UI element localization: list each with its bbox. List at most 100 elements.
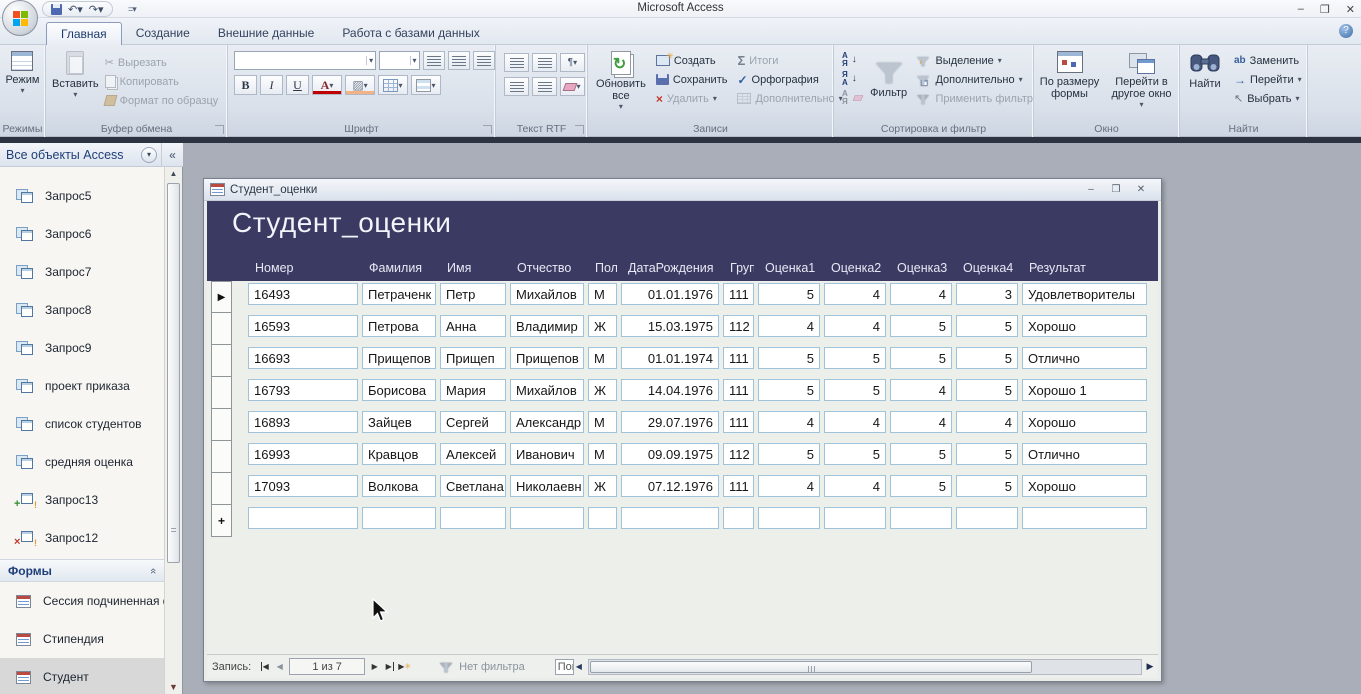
cell-input[interactable]: 4 xyxy=(824,283,886,305)
cell-input[interactable] xyxy=(956,507,1018,529)
form-minimize-button[interactable]: – xyxy=(1081,184,1101,195)
view-button[interactable]: Режим ▾ xyxy=(6,47,40,117)
cell-input[interactable]: 14.04.1976 xyxy=(621,379,719,401)
refresh-all-button[interactable]: Обновить все ▾ xyxy=(596,47,646,117)
cell-input[interactable]: 4 xyxy=(758,475,820,497)
save-record-button[interactable]: Сохранить xyxy=(654,70,728,89)
cell-input[interactable]: 5 xyxy=(956,315,1018,337)
column-header[interactable]: Оценка1 xyxy=(758,261,820,275)
cell-input[interactable]: 4 xyxy=(824,411,886,433)
align-right-button[interactable] xyxy=(473,51,495,70)
replace-button[interactable]: abЗаменить xyxy=(1232,51,1302,70)
cell-input[interactable]: Хорошо 1 xyxy=(1022,379,1147,401)
advanced-filter-button[interactable]: Дополнительно▾ xyxy=(913,70,1033,89)
last-record-button[interactable]: ▶ xyxy=(382,662,397,671)
new-record-button[interactable]: Создать xyxy=(654,51,728,70)
cell-input[interactable]: Отлично xyxy=(1022,347,1147,369)
cell-input[interactable]: 5 xyxy=(824,347,886,369)
cell-input[interactable] xyxy=(588,507,617,529)
restore-button[interactable]: ❐ xyxy=(1320,3,1330,16)
cell-input[interactable]: 07.12.1976 xyxy=(621,475,719,497)
form-titlebar[interactable]: Студент_оценки – ❒ ✕ xyxy=(204,179,1161,201)
cell-input[interactable]: М xyxy=(588,283,617,305)
cell-input[interactable]: 5 xyxy=(758,379,820,401)
filter-indicator[interactable]: Нет фильтра xyxy=(438,661,525,673)
cell-input[interactable]: 15.03.1975 xyxy=(621,315,719,337)
cell-input[interactable]: Анна xyxy=(440,315,506,337)
column-header[interactable]: Оценка4 xyxy=(956,261,1018,275)
search-input[interactable]: Поиск xyxy=(555,659,574,675)
cell-input[interactable]: Удовлетворителы xyxy=(1022,283,1147,305)
cell-input[interactable]: 5 xyxy=(956,443,1018,465)
current-record-selector[interactable]: ▶ xyxy=(211,281,232,313)
align-center-button[interactable] xyxy=(448,51,470,70)
decrease-indent-button[interactable] xyxy=(504,53,529,72)
next-record-button[interactable]: ▶ xyxy=(367,662,382,671)
cell-input[interactable]: Сергей xyxy=(440,411,506,433)
cell-input[interactable]: 16493 xyxy=(248,283,358,305)
cell-input[interactable]: Прищепов xyxy=(510,347,584,369)
tab-vneshnie-dannye[interactable]: Внешние данные xyxy=(204,22,329,45)
column-header[interactable]: Результат xyxy=(1022,261,1147,275)
tab-glavnaya[interactable]: Главная xyxy=(46,22,122,45)
underline-button[interactable]: U xyxy=(286,75,309,95)
cell-input[interactable]: 5 xyxy=(956,347,1018,369)
align-left-button[interactable] xyxy=(423,51,445,70)
find-button[interactable]: Найти xyxy=(1184,47,1226,117)
font-name-combobox[interactable]: ▾ xyxy=(234,51,376,70)
cell-input[interactable]: 01.01.1976 xyxy=(621,283,719,305)
sort-descending-button[interactable]: ЯА↓ xyxy=(840,69,864,88)
form-restore-button[interactable]: ❒ xyxy=(1106,184,1126,195)
record-selector[interactable] xyxy=(211,473,232,505)
cell-input[interactable]: М xyxy=(588,347,617,369)
column-header[interactable]: Оценка2 xyxy=(824,261,886,275)
cell-input[interactable]: 5 xyxy=(758,347,820,369)
eraser-button[interactable]: ▾ xyxy=(560,77,585,96)
record-selector[interactable] xyxy=(211,313,232,345)
navpane-item[interactable]: Запрос9 xyxy=(0,329,164,367)
cell-input[interactable]: 4 xyxy=(824,315,886,337)
selection-filter-button[interactable]: ϟВыделение▾ xyxy=(913,51,1033,70)
column-header[interactable]: Пол xyxy=(588,261,617,275)
record-selector[interactable] xyxy=(211,377,232,409)
cell-input[interactable]: 4 xyxy=(758,315,820,337)
cell-input[interactable] xyxy=(723,507,754,529)
navpane-item[interactable]: Студент xyxy=(0,658,164,694)
scroll-up-icon[interactable]: ▲ xyxy=(165,169,182,178)
sort-ascending-button[interactable]: АЯ↓ xyxy=(840,50,864,69)
column-header[interactable]: Группа xyxy=(723,261,754,275)
cell-input[interactable]: 5 xyxy=(890,347,952,369)
cell-input[interactable]: Алексей xyxy=(440,443,506,465)
column-header[interactable]: Оценка3 xyxy=(890,261,952,275)
column-header[interactable]: Отчество xyxy=(510,261,584,275)
cell-input[interactable] xyxy=(510,507,584,529)
cell-input[interactable]: 5 xyxy=(956,475,1018,497)
hscroll-track[interactable] xyxy=(588,659,1142,675)
cell-input[interactable]: 4 xyxy=(824,475,886,497)
record-selector[interactable] xyxy=(211,409,232,441)
new-blank-record-button[interactable]: ▶✳ xyxy=(397,662,412,671)
bold-button[interactable]: B xyxy=(234,75,257,95)
cell-input[interactable] xyxy=(440,507,506,529)
alternate-fill-button[interactable]: ▾ xyxy=(411,75,441,95)
format-painter-button[interactable]: Формат по образцу xyxy=(103,91,219,110)
size-to-fit-form-button[interactable]: По размеру формы xyxy=(1038,47,1102,117)
totals-button[interactable]: ΣИтоги xyxy=(735,51,842,70)
chevron-double-up-icon[interactable]: « xyxy=(147,567,159,573)
navpane-item[interactable]: средняя оценка xyxy=(0,443,164,481)
cell-input[interactable]: 111 xyxy=(723,379,754,401)
cell-input[interactable]: Хорошо xyxy=(1022,475,1147,497)
cell-input[interactable]: Хорошо xyxy=(1022,315,1147,337)
cell-input[interactable]: Владимир xyxy=(510,315,584,337)
cell-input[interactable]: 5 xyxy=(890,315,952,337)
more-records-button[interactable]: Дополнительно▾ xyxy=(735,89,842,108)
cell-input[interactable] xyxy=(1022,507,1147,529)
close-button[interactable]: ✕ xyxy=(1346,3,1355,16)
cell-input[interactable]: Борисова xyxy=(362,379,436,401)
cell-input[interactable]: Петрова xyxy=(362,315,436,337)
navpane-item[interactable]: проект приказа xyxy=(0,367,164,405)
cell-input[interactable] xyxy=(248,507,358,529)
cell-input[interactable]: 01.01.1974 xyxy=(621,347,719,369)
cell-input[interactable]: 17093 xyxy=(248,475,358,497)
cell-input[interactable]: 16693 xyxy=(248,347,358,369)
